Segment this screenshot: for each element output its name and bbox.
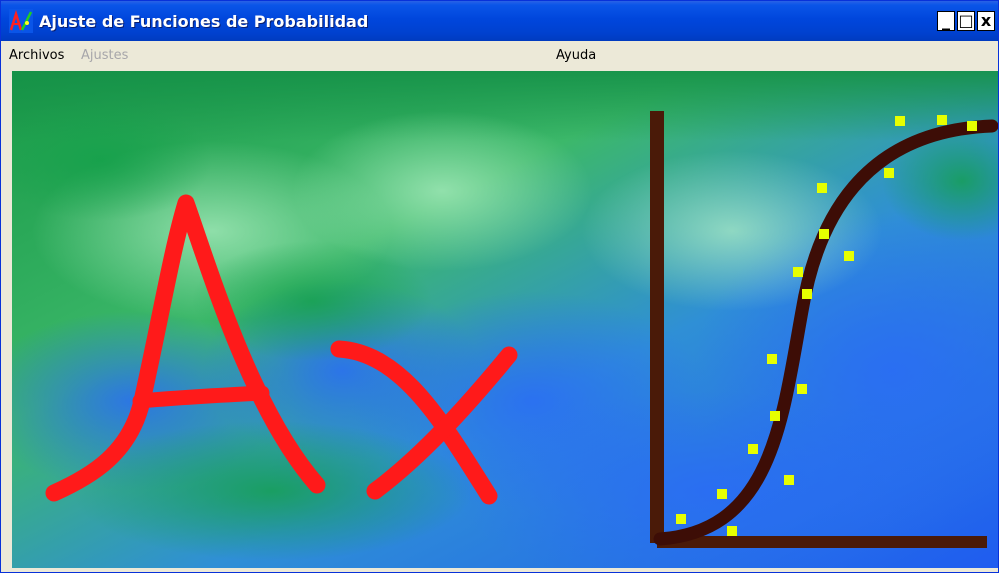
y-axis xyxy=(650,111,664,543)
menu-item-ajustes: Ajustes xyxy=(81,48,129,63)
close-button[interactable]: x xyxy=(977,11,995,31)
splash-artwork xyxy=(12,71,998,568)
close-icon: x xyxy=(980,11,992,30)
menu-item-ayuda[interactable]: Ayuda xyxy=(556,48,596,63)
title-bar[interactable]: Ajuste de Funciones de Probabilidad _ □ … xyxy=(1,1,998,41)
application-window: Ajuste de Funciones de Probabilidad _ □ … xyxy=(0,0,999,573)
menu-bar: Archivos Ajustes Ayuda xyxy=(1,43,998,69)
maximize-icon: □ xyxy=(958,11,974,30)
window-controls: _ □ x xyxy=(937,11,995,31)
minimize-icon: _ xyxy=(942,11,950,30)
x-axis xyxy=(657,536,987,548)
splash-image xyxy=(12,71,998,568)
minimize-button[interactable]: _ xyxy=(937,11,955,31)
menu-item-archivos[interactable]: Archivos xyxy=(9,48,64,63)
window-title: Ajuste de Funciones de Probabilidad xyxy=(39,11,369,31)
maximize-button[interactable]: □ xyxy=(957,11,975,31)
app-icon xyxy=(9,9,33,33)
